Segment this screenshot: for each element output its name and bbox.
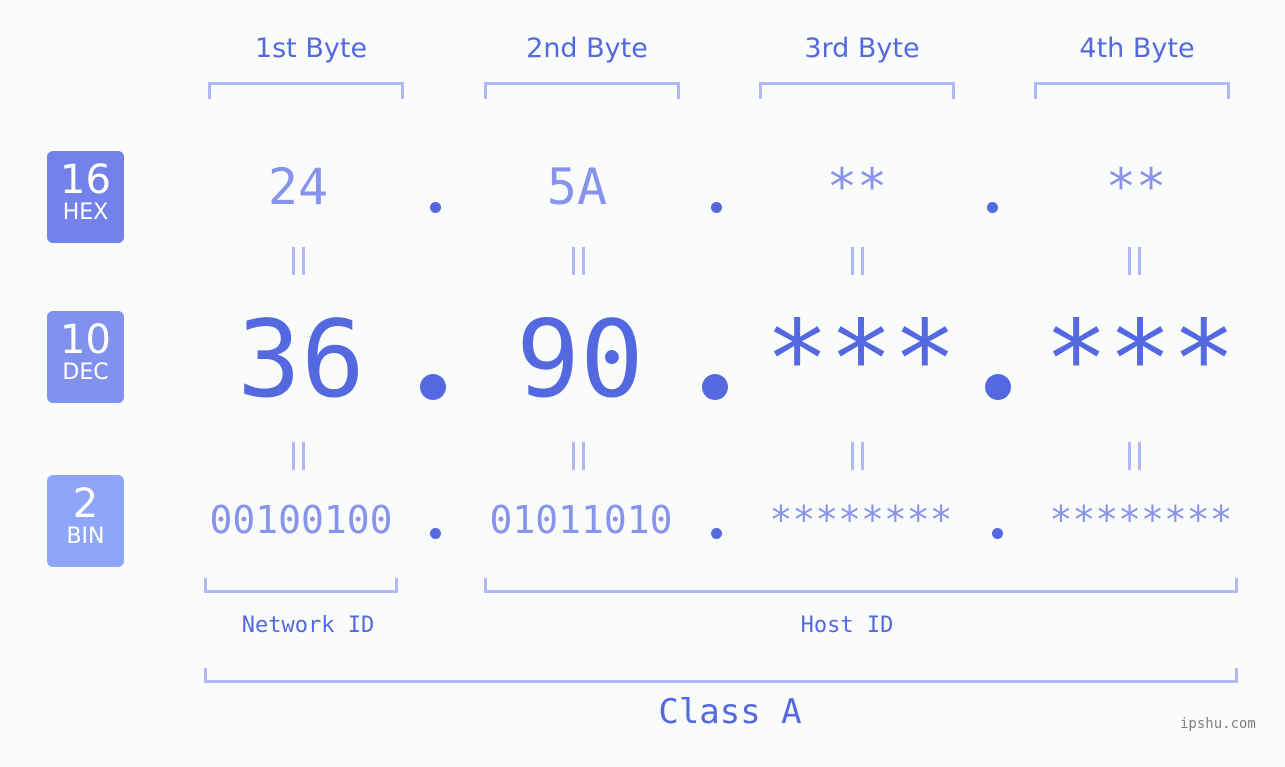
equals-icon: [1128, 247, 1144, 275]
bin-dot-3: [992, 528, 1003, 539]
hex-dot-1: [430, 202, 441, 213]
equals-icon: [292, 247, 308, 275]
dec-dot-1: [420, 374, 446, 400]
bin-octet-3: ********: [769, 498, 953, 542]
hex-label: HEX: [62, 200, 109, 225]
byte-bracket-4: [1034, 82, 1230, 99]
hex-dot-2: [711, 202, 722, 213]
hex-badge: 16 HEX: [47, 151, 124, 243]
dec-octet-2: 90: [516, 298, 644, 421]
host-id-label: Host ID: [800, 613, 894, 638]
class-bracket: [204, 668, 1238, 683]
network-id-label: Network ID: [241, 613, 375, 638]
hex-dot-3: [987, 202, 998, 213]
bin-dot-2: [711, 528, 722, 539]
equals-icon: [851, 247, 867, 275]
byte-header-4: 4th Byte: [1079, 33, 1195, 64]
byte-header-1: 1st Byte: [254, 33, 368, 64]
host-id-bracket: [484, 578, 1238, 593]
bin-octet-2: 01011010: [489, 498, 673, 542]
byte-header-3: 3rd Byte: [804, 33, 920, 64]
dec-base: 10: [60, 317, 111, 363]
dec-dot-3: [985, 374, 1011, 400]
bin-octet-4: ********: [1049, 498, 1233, 542]
equals-icon: [292, 442, 308, 470]
class-label: Class A: [658, 692, 802, 732]
bin-base: 2: [72, 481, 99, 527]
dec-badge: 10 DEC: [47, 311, 124, 403]
equals-icon: [572, 442, 588, 470]
bin-octet-1: 00100100: [209, 498, 393, 542]
byte-bracket-1: [208, 82, 404, 99]
byte-bracket-2: [484, 82, 680, 99]
equals-icon: [572, 247, 588, 275]
dec-octet-4: ***: [1044, 298, 1236, 421]
hex-octet-2: 5A: [546, 158, 608, 216]
byte-bracket-3: [759, 82, 955, 99]
bin-badge: 2 BIN: [47, 475, 124, 567]
hex-octet-3: **: [826, 158, 888, 216]
dec-octet-3: ***: [765, 298, 957, 421]
bin-label: BIN: [66, 524, 105, 549]
hex-octet-1: 24: [267, 158, 329, 216]
bin-dot-1: [430, 528, 441, 539]
dec-dot-2: [702, 374, 728, 400]
byte-header-2: 2nd Byte: [526, 33, 648, 64]
equals-icon: [851, 442, 867, 470]
dec-label: DEC: [62, 360, 109, 385]
hex-base: 16: [60, 157, 111, 203]
network-id-bracket: [204, 578, 398, 593]
dec-octet-1: 36: [237, 298, 365, 421]
watermark: ipshu.com: [1180, 716, 1256, 732]
equals-icon: [1128, 442, 1144, 470]
hex-octet-4: **: [1105, 158, 1167, 216]
